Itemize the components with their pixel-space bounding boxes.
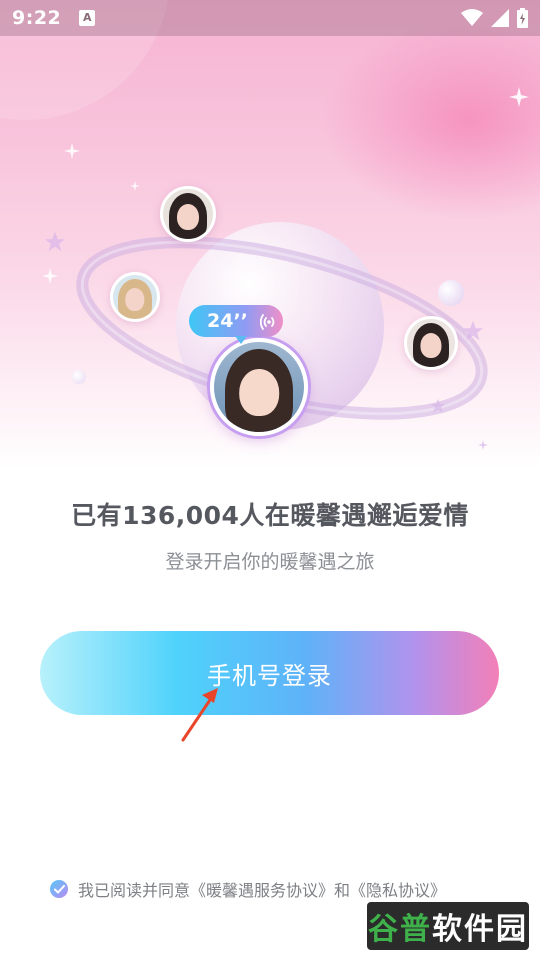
star-icon <box>462 320 484 341</box>
subheadline: 登录开启你的暖馨遇之旅 <box>165 551 375 573</box>
featured-user-avatar[interactable] <box>210 338 308 436</box>
watermark-green-text: 谷普 <box>368 912 432 947</box>
voice-duration: 24’’ <box>207 310 248 332</box>
headline: 已有136,004人在暖馨遇邂逅爱情 <box>71 501 469 530</box>
sparkle-icon <box>64 143 80 159</box>
sparkle-icon <box>42 268 58 284</box>
service-agreement-link[interactable]: 《暖馨遇服务协议》 <box>190 877 334 901</box>
star-icon <box>44 231 66 252</box>
sparkle-icon <box>478 440 488 450</box>
watermark-logo: 谷普 软件园 <box>367 902 529 950</box>
user-avatar[interactable] <box>110 272 160 322</box>
star-icon <box>430 398 446 413</box>
voice-wave-icon <box>259 312 278 330</box>
agreement-row: 我已阅读并同意 《暖馨遇服务协议》 和 《隐私协议》 <box>50 877 446 901</box>
agreement-conjunction: 和 <box>334 881 351 900</box>
agreement-prefix: 我已阅读并同意 <box>78 881 191 900</box>
phone-login-button[interactable]: 手机号登录 <box>40 631 499 715</box>
pointer-arrow-icon <box>181 688 218 742</box>
user-avatar[interactable] <box>160 186 216 242</box>
checkmark-icon[interactable] <box>50 880 68 898</box>
sparkle-icon <box>509 87 529 107</box>
voice-message-bubble[interactable]: 24’’ <box>189 305 283 344</box>
privacy-agreement-link[interactable]: 《隐私协议》 <box>350 877 446 901</box>
watermark-white-text: 软件园 <box>432 912 528 947</box>
sparkle-icon <box>130 181 140 191</box>
user-avatar[interactable] <box>404 316 458 370</box>
